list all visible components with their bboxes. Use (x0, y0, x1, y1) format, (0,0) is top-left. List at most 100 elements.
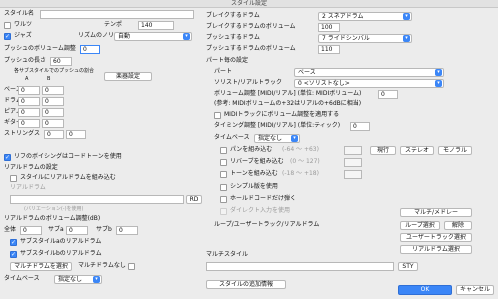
include-real-drums-checkbox[interactable] (10, 175, 17, 182)
push-drum-volume-label: プッシュするドラムのボリューム (206, 45, 296, 52)
stereo-button[interactable]: ステレオ (400, 146, 434, 155)
pan-input[interactable] (344, 146, 362, 155)
chevron-down-icon: ▾ (403, 35, 410, 42)
rd-button[interactable]: RD (186, 195, 202, 204)
real-drum-select-button[interactable]: リアルドラム選択 (400, 245, 472, 254)
simple-label: シンプル版を使用 (230, 183, 278, 190)
rhythm-feel-label: リズムのノリ (78, 32, 115, 39)
instrument-bass-b[interactable]: 0 (42, 86, 64, 95)
chevron-down-icon: ▾ (403, 13, 410, 20)
instrument-settings-button[interactable]: 楽器設定 (104, 72, 152, 81)
push-volume-label: プッシュのボリューム調整 (4, 45, 76, 52)
timebase-right-label: タイムベース (214, 134, 250, 141)
direct-input-checkbox[interactable] (220, 208, 227, 215)
col-a-header: A (25, 76, 29, 82)
instrument-strings-a[interactable]: 0 (44, 130, 64, 139)
instrument-piano-b[interactable]: 0 (42, 108, 64, 117)
chevron-down-icon: ▾ (93, 276, 100, 283)
remove-button[interactable]: 解除 (444, 221, 472, 230)
all-input[interactable]: 0 (20, 226, 42, 235)
timebase-right-select[interactable]: 指定なし ▾ (254, 134, 300, 143)
multi-drum-select-button[interactable]: マルチドラムを選択 (10, 262, 72, 271)
sty-button[interactable]: STY (398, 262, 418, 271)
break-drum-volume-input[interactable]: 100 (318, 23, 340, 32)
sub-a-input[interactable]: 0 (66, 226, 88, 235)
cancel-button[interactable]: キャンセル (456, 285, 494, 295)
add-style-info-button[interactable]: スタイルの追加情報 (206, 280, 286, 289)
substyle-b-checkbox[interactable]: ✓ (10, 251, 17, 258)
jazz-checkbox[interactable]: ✓ (4, 33, 11, 40)
loop-select-button[interactable]: ループ選択 (400, 221, 440, 230)
push-volume-input[interactable]: 0 (80, 45, 100, 54)
reverb-checkbox[interactable] (220, 159, 227, 166)
ok-button[interactable]: OK (398, 285, 452, 295)
user-track-button[interactable]: ユーザートラック選択 (400, 233, 472, 242)
sub-a-label: サブa (48, 226, 64, 233)
push-drum-select[interactable]: 7 ライドシンバル ▾ (318, 34, 412, 43)
multi-style-input[interactable] (206, 262, 394, 271)
simple-checkbox[interactable] (220, 184, 227, 191)
pan-checkbox[interactable] (220, 147, 227, 154)
multi-style-label: マルチスタイル (206, 251, 249, 258)
instrument-strings-label: ストリングス (4, 130, 41, 137)
reverb-label: リバーブを組み込む (230, 158, 284, 165)
reverb-input[interactable] (344, 158, 362, 167)
hold-checkbox[interactable] (220, 196, 227, 203)
push-drum-volume-input[interactable]: 110 (318, 45, 340, 54)
timebase-left-label: タイムベース (4, 275, 40, 282)
soloist-select[interactable]: 0 <ソリストなし> ▾ (294, 79, 444, 88)
volume-adjust-input[interactable]: 0 (378, 90, 398, 99)
timebase-left-select[interactable]: 指定なし ▾ (54, 275, 102, 284)
chevron-down-icon: ▾ (183, 33, 190, 40)
instrument-guitar-b[interactable]: 0 (42, 119, 64, 128)
instrument-drums-b[interactable]: 0 (42, 97, 64, 106)
instrument-guitar-a[interactable]: 0 (18, 119, 40, 128)
tone-checkbox[interactable] (220, 171, 227, 178)
tone-input[interactable] (344, 170, 362, 179)
real-drums-label: リアルドラム (10, 184, 46, 191)
tempo-label: テンポ (104, 21, 123, 28)
include-real-drums-label: スタイルにリアルドラムを組み込む (20, 174, 116, 181)
waltz-checkbox[interactable] (4, 22, 11, 29)
soloist-label: ソリスト/リアルトラック (214, 79, 282, 86)
timebase-right-value: 指定なし (258, 135, 283, 142)
pan-range: (-64 ～ +63) (282, 146, 319, 153)
chevron-down-icon: ▾ (435, 80, 442, 87)
substyle-a-checkbox[interactable]: ✓ (10, 239, 17, 246)
tone-label: トーンを組み込む (230, 170, 278, 177)
instrument-bass-a[interactable]: 0 (18, 86, 40, 95)
substyle-a-label: サブスタイルaのリアルドラム (20, 238, 102, 245)
part-select[interactable]: ベース ▾ (294, 68, 444, 77)
multi-drum-checkbox[interactable] (128, 263, 135, 270)
instrument-drums-a[interactable]: 0 (18, 97, 40, 106)
per-part-label: パート毎の設定 (206, 57, 249, 64)
real-drums-input[interactable] (10, 195, 184, 204)
sub-b-label: サブb (96, 226, 112, 233)
mono-button[interactable]: モノラル (438, 146, 472, 155)
current-button[interactable]: 現行 (370, 146, 396, 155)
sub-b-input[interactable]: 0 (116, 226, 138, 235)
rd-volume-label: リアルドラムのボリューム調整(dB) (4, 215, 101, 222)
instrument-piano-a[interactable]: 0 (18, 108, 40, 117)
multi-medley-button[interactable]: マルチ/メドレー (400, 208, 472, 217)
style-name-input[interactable] (40, 10, 194, 19)
break-drum-select[interactable]: 2 スネアドラム ▾ (318, 12, 412, 21)
revoicing-checkbox[interactable]: ✓ (4, 154, 11, 161)
variation-note: (バリエーション(-)を使用) (24, 206, 84, 212)
chevron-down-icon: ▾ (435, 69, 442, 76)
timebase-left-value: 指定なし (58, 276, 83, 283)
jazz-label: ジャズ (14, 32, 32, 39)
revoicing-label: リフのボイシングはコードトーンを使用 (14, 153, 122, 160)
direct-input-label: ダイレクト入力を使用 (230, 207, 291, 214)
apply-midi-volume-checkbox[interactable] (214, 112, 221, 119)
rhythm-feel-select[interactable]: 自動 ▾ (114, 32, 192, 41)
chevron-down-icon: ▾ (291, 135, 298, 142)
instrument-strings-b[interactable]: 0 (66, 130, 86, 139)
volume-note: (参考: MIDIボリュームの+32はリアルの+6dBに相当) (214, 100, 362, 107)
style-name-label: スタイル名 (4, 10, 35, 17)
apply-midi-volume-label: MIDIトラックにボリューム調整を適用する (224, 111, 340, 118)
timing-adjust-input[interactable]: 0 (350, 122, 370, 131)
push-length-input[interactable]: 60 (50, 57, 72, 66)
pan-label: パンを組み込む (230, 146, 273, 153)
tempo-input[interactable]: 140 (138, 21, 174, 30)
